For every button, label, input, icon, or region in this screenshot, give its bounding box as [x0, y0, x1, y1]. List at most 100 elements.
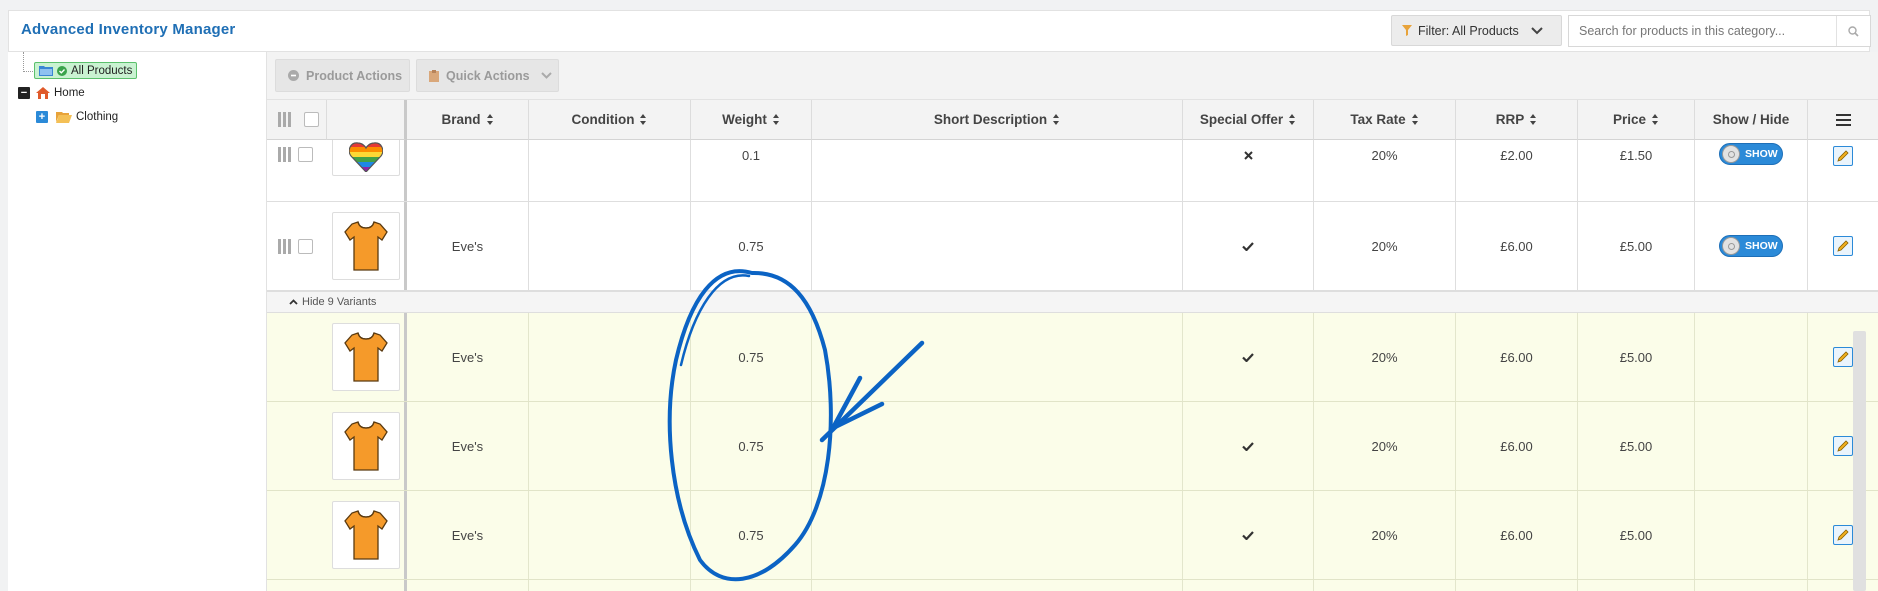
- tax-rate-cell[interactable]: 20%: [1314, 491, 1456, 579]
- price-cell[interactable]: [1578, 580, 1695, 591]
- column-header-weight[interactable]: Weight: [691, 100, 812, 140]
- variant-row[interactable]: Eve's 0.75 20% £6.00 £5.00: [267, 313, 1878, 402]
- weight-cell[interactable]: 0.75: [691, 313, 812, 401]
- tree-item-all-products[interactable]: All Products: [34, 62, 138, 79]
- column-header-condition[interactable]: Condition: [529, 100, 691, 140]
- column-header-brand[interactable]: Brand: [407, 100, 529, 140]
- tree-item-clothing[interactable]: + Clothing: [36, 111, 118, 123]
- search-input[interactable]: [1569, 16, 1837, 46]
- weight-cell[interactable]: [691, 580, 812, 591]
- description-cell[interactable]: [812, 140, 1183, 201]
- visibility-toggle[interactable]: SHOW: [1719, 235, 1783, 257]
- variant-row[interactable]: [267, 580, 1878, 591]
- weight-cell[interactable]: 0.75: [691, 202, 812, 290]
- price-cell[interactable]: £1.50: [1578, 140, 1695, 201]
- special-offer-cell[interactable]: [1183, 580, 1314, 591]
- column-header-tax-rate[interactable]: Tax Rate: [1314, 100, 1456, 140]
- brand-cell[interactable]: Eve's: [407, 402, 529, 490]
- table-row[interactable]: Eve's 0.75 20% £6.00 £5.00 SHOW: [267, 202, 1878, 291]
- brand-cell[interactable]: Eve's: [407, 313, 529, 401]
- edit-button[interactable]: [1833, 236, 1853, 256]
- brand-cell[interactable]: Eve's: [407, 491, 529, 579]
- tree-item-home[interactable]: − Home: [18, 87, 85, 99]
- row-checkbox[interactable]: [298, 147, 313, 162]
- edit-button[interactable]: [1833, 436, 1853, 456]
- product-thumbnail[interactable]: [331, 501, 400, 569]
- price-cell[interactable]: £5.00: [1578, 402, 1695, 490]
- edit-cell: [1808, 202, 1878, 290]
- brand-cell[interactable]: [407, 580, 529, 591]
- select-all-checkbox[interactable]: [304, 112, 319, 127]
- chevron-down-icon: [1531, 26, 1543, 34]
- price-cell[interactable]: £5.00: [1578, 202, 1695, 290]
- special-offer-cell[interactable]: [1183, 313, 1314, 401]
- search-button[interactable]: [1836, 16, 1870, 46]
- rrp-cell[interactable]: [1456, 580, 1578, 591]
- rrp-cell[interactable]: £6.00: [1456, 202, 1578, 290]
- column-header-special-offer[interactable]: Special Offer: [1183, 100, 1314, 140]
- description-cell[interactable]: [812, 313, 1183, 401]
- special-offer-cell[interactable]: [1183, 140, 1314, 201]
- weight-cell[interactable]: 0.75: [691, 402, 812, 490]
- description-cell[interactable]: [812, 202, 1183, 290]
- description-cell[interactable]: [812, 491, 1183, 579]
- condition-cell[interactable]: [529, 491, 691, 579]
- product-thumbnail[interactable]: [331, 140, 400, 176]
- edit-button[interactable]: [1833, 146, 1853, 166]
- pencil-icon: [1837, 240, 1849, 252]
- tax-rate-cell[interactable]: [1314, 580, 1456, 591]
- price-cell[interactable]: £5.00: [1578, 491, 1695, 579]
- variant-row[interactable]: Eve's 0.75 20% £6.00 £5.00: [267, 402, 1878, 491]
- rrp-cell[interactable]: £2.00: [1456, 140, 1578, 201]
- column-header-short-description[interactable]: Short Description: [812, 100, 1183, 140]
- rrp-cell[interactable]: £6.00: [1456, 402, 1578, 490]
- product-thumbnail[interactable]: [331, 323, 400, 391]
- price-cell[interactable]: £5.00: [1578, 313, 1695, 401]
- orange-tshirt-icon: [343, 421, 388, 471]
- check-icon: [1242, 352, 1254, 362]
- brand-cell[interactable]: Eve's: [407, 202, 529, 290]
- tax-rate-cell[interactable]: 20%: [1314, 313, 1456, 401]
- variant-row[interactable]: Eve's 0.75 20% £6.00 £5.00: [267, 491, 1878, 580]
- special-offer-cell[interactable]: [1183, 491, 1314, 579]
- special-offer-cell[interactable]: [1183, 402, 1314, 490]
- hide-variants-toggle[interactable]: Hide 9 Variants: [289, 296, 376, 308]
- column-menu-button[interactable]: [1808, 100, 1878, 140]
- tax-rate-cell[interactable]: 20%: [1314, 140, 1456, 201]
- weight-cell[interactable]: 0.1: [691, 140, 812, 201]
- header-bar: Advanced Inventory Manager Filter: All P…: [8, 10, 1871, 52]
- description-cell[interactable]: [812, 402, 1183, 490]
- product-actions-button[interactable]: Product Actions: [275, 59, 410, 92]
- description-cell[interactable]: [812, 580, 1183, 591]
- column-header-price[interactable]: Price: [1578, 100, 1695, 140]
- condition-cell[interactable]: [529, 202, 691, 290]
- tax-rate-cell[interactable]: 20%: [1314, 402, 1456, 490]
- edit-button[interactable]: [1833, 347, 1853, 367]
- rrp-cell[interactable]: £6.00: [1456, 313, 1578, 401]
- expand-icon[interactable]: +: [36, 111, 48, 123]
- quick-actions-button[interactable]: Quick Actions: [416, 59, 559, 92]
- condition-cell[interactable]: [529, 313, 691, 401]
- weight-cell[interactable]: 0.75: [691, 491, 812, 579]
- rrp-cell[interactable]: £6.00: [1456, 491, 1578, 579]
- edit-button[interactable]: [1833, 525, 1853, 545]
- condition-cell[interactable]: [529, 580, 691, 591]
- product-thumbnail[interactable]: [331, 212, 400, 280]
- column-header-rrp[interactable]: RRP: [1456, 100, 1578, 140]
- special-offer-cell[interactable]: [1183, 202, 1314, 290]
- tax-rate-cell[interactable]: 20%: [1314, 202, 1456, 290]
- drag-handle-icon[interactable]: [278, 147, 291, 162]
- brand-cell[interactable]: [407, 140, 529, 201]
- condition-cell[interactable]: [529, 140, 691, 201]
- table-row[interactable]: 0.1 20% £2.00 £1.50 SHOW: [267, 140, 1878, 202]
- check-circle-icon: [57, 65, 67, 76]
- product-thumbnail[interactable]: [331, 412, 400, 480]
- row-checkbox[interactable]: [298, 238, 313, 254]
- filter-dropdown-button[interactable]: Filter: All Products: [1391, 15, 1562, 46]
- visibility-toggle[interactable]: SHOW: [1719, 143, 1783, 165]
- drag-handle-icon[interactable]: [278, 238, 291, 254]
- vertical-scrollbar[interactable]: [1853, 331, 1866, 591]
- tree-item-label: Clothing: [76, 111, 119, 123]
- collapse-icon[interactable]: −: [18, 87, 30, 99]
- condition-cell[interactable]: [529, 402, 691, 490]
